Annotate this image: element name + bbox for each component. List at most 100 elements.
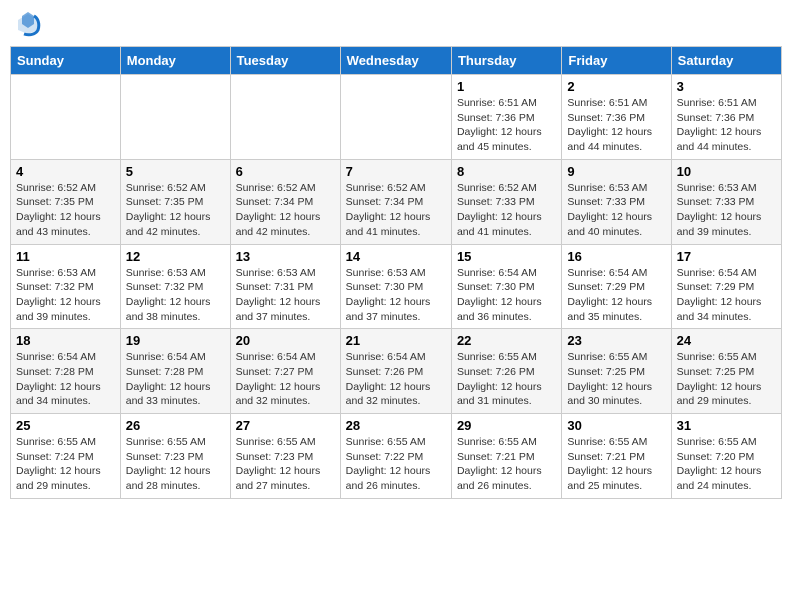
day-info: Sunrise: 6:55 AM Sunset: 7:23 PM Dayligh… [236,435,335,494]
header-day-thursday: Thursday [451,47,561,75]
header-day-saturday: Saturday [671,47,781,75]
day-info: Sunrise: 6:51 AM Sunset: 7:36 PM Dayligh… [677,96,776,155]
week-row-5: 25Sunrise: 6:55 AM Sunset: 7:24 PM Dayli… [11,414,782,499]
day-number: 23 [567,333,665,348]
day-number: 24 [677,333,776,348]
day-info: Sunrise: 6:51 AM Sunset: 7:36 PM Dayligh… [567,96,665,155]
day-info: Sunrise: 6:54 AM Sunset: 7:30 PM Dayligh… [457,266,556,325]
day-number: 11 [16,249,115,264]
week-row-2: 4 Sunrise: 6:52 AM Sunset: 7:35 PM Daylig… [11,159,782,244]
day-number: 5 [126,164,225,179]
day-info: Sunrise: 6:55 AM Sunset: 7:20 PM Dayligh… [677,435,776,494]
day-info: Sunrise: 6:54 AM Sunset: 7:28 PM Dayligh… [16,350,115,409]
calendar-cell [340,75,451,160]
calendar-cell: 12 Sunrise: 6:53 AM Sunset: 7:32 PM Dayli… [120,244,230,329]
calendar-cell: 27 Sunrise: 6:55 AM Sunset: 7:23 PM Dayli… [230,414,340,499]
calendar-cell: 20Sunrise: 6:54 AM Sunset: 7:27 PM Dayli… [230,329,340,414]
calendar-cell: 22 Sunrise: 6:55 AM Sunset: 7:26 PM Dayli… [451,329,561,414]
calendar-cell: 6 Sunrise: 6:52 AM Sunset: 7:34 PM Daylig… [230,159,340,244]
calendar-cell: 21 Sunrise: 6:54 AM Sunset: 7:26 PM Dayli… [340,329,451,414]
calendar-cell [120,75,230,160]
week-row-1: 1 Sunrise: 6:51 AM Sunset: 7:36 PM Daylig… [11,75,782,160]
calendar-cell [230,75,340,160]
day-info: Sunrise: 6:54 AM Sunset: 7:26 PM Dayligh… [346,350,446,409]
calendar-cell: 4Sunrise: 6:52 AM Sunset: 7:35 PM Daylig… [11,159,121,244]
day-info: Sunrise: 6:52 AM Sunset: 7:33 PM Dayligh… [457,181,556,240]
day-info: Sunrise: 6:52 AM Sunset: 7:34 PM Dayligh… [236,181,335,240]
calendar-cell: 7 Sunrise: 6:52 AM Sunset: 7:34 PM Daylig… [340,159,451,244]
calendar-cell: 24Sunrise: 6:55 AM Sunset: 7:25 PM Dayli… [671,329,781,414]
header-day-friday: Friday [562,47,671,75]
day-number: 31 [677,418,776,433]
day-info: Sunrise: 6:53 AM Sunset: 7:31 PM Dayligh… [236,266,335,325]
day-number: 14 [346,249,446,264]
calendar-table: SundayMondayTuesdayWednesdayThursdayFrid… [10,46,782,499]
week-row-3: 11 Sunrise: 6:53 AM Sunset: 7:32 PM Dayli… [11,244,782,329]
day-info: Sunrise: 6:52 AM Sunset: 7:35 PM Dayligh… [126,181,225,240]
day-info: Sunrise: 6:54 AM Sunset: 7:29 PM Dayligh… [677,266,776,325]
calendar-cell: 28 Sunrise: 6:55 AM Sunset: 7:22 PM Dayli… [340,414,451,499]
day-number: 8 [457,164,556,179]
header-day-tuesday: Tuesday [230,47,340,75]
day-number: 16 [567,249,665,264]
calendar-cell: 29 Sunrise: 6:55 AM Sunset: 7:21 PM Dayli… [451,414,561,499]
day-number: 4 [16,164,115,179]
day-info: Sunrise: 6:55 AM Sunset: 7:22 PM Dayligh… [346,435,446,494]
day-number: 17 [677,249,776,264]
calendar-body: 1 Sunrise: 6:51 AM Sunset: 7:36 PM Daylig… [11,75,782,499]
day-number: 20 [236,333,335,348]
day-number: 21 [346,333,446,348]
week-row-4: 18 Sunrise: 6:54 AM Sunset: 7:28 PM Dayli… [11,329,782,414]
day-number: 12 [126,249,225,264]
day-info: Sunrise: 6:55 AM Sunset: 7:21 PM Dayligh… [457,435,556,494]
calendar-cell: 1 Sunrise: 6:51 AM Sunset: 7:36 PM Daylig… [451,75,561,160]
calendar-cell: 25Sunrise: 6:55 AM Sunset: 7:24 PM Dayli… [11,414,121,499]
day-info: Sunrise: 6:54 AM Sunset: 7:29 PM Dayligh… [567,266,665,325]
calendar-cell: 16 Sunrise: 6:54 AM Sunset: 7:29 PM Dayli… [562,244,671,329]
calendar-cell: 10Sunrise: 6:53 AM Sunset: 7:33 PM Dayli… [671,159,781,244]
calendar-cell: 18 Sunrise: 6:54 AM Sunset: 7:28 PM Dayli… [11,329,121,414]
day-number: 2 [567,79,665,94]
calendar-cell: 14 Sunrise: 6:53 AM Sunset: 7:30 PM Dayli… [340,244,451,329]
day-number: 30 [567,418,665,433]
day-number: 26 [126,418,225,433]
calendar-cell: 5 Sunrise: 6:52 AM Sunset: 7:35 PM Daylig… [120,159,230,244]
calendar-cell: 3Sunrise: 6:51 AM Sunset: 7:36 PM Daylig… [671,75,781,160]
day-number: 15 [457,249,556,264]
day-number: 9 [567,164,665,179]
day-info: Sunrise: 6:53 AM Sunset: 7:32 PM Dayligh… [126,266,225,325]
day-number: 6 [236,164,335,179]
day-number: 28 [346,418,446,433]
day-number: 22 [457,333,556,348]
calendar-cell: 8 Sunrise: 6:52 AM Sunset: 7:33 PM Daylig… [451,159,561,244]
header-row: SundayMondayTuesdayWednesdayThursdayFrid… [11,47,782,75]
day-number: 19 [126,333,225,348]
header-day-monday: Monday [120,47,230,75]
day-number: 7 [346,164,446,179]
day-number: 1 [457,79,556,94]
calendar-cell: 30Sunrise: 6:55 AM Sunset: 7:21 PM Dayli… [562,414,671,499]
day-number: 18 [16,333,115,348]
day-info: Sunrise: 6:55 AM Sunset: 7:23 PM Dayligh… [126,435,225,494]
logo-icon [14,10,42,38]
day-info: Sunrise: 6:52 AM Sunset: 7:34 PM Dayligh… [346,181,446,240]
day-info: Sunrise: 6:53 AM Sunset: 7:33 PM Dayligh… [677,181,776,240]
calendar-cell: 15 Sunrise: 6:54 AM Sunset: 7:30 PM Dayli… [451,244,561,329]
day-info: Sunrise: 6:55 AM Sunset: 7:24 PM Dayligh… [16,435,115,494]
day-info: Sunrise: 6:55 AM Sunset: 7:25 PM Dayligh… [567,350,665,409]
calendar-cell: 31 Sunrise: 6:55 AM Sunset: 7:20 PM Dayli… [671,414,781,499]
day-info: Sunrise: 6:53 AM Sunset: 7:32 PM Dayligh… [16,266,115,325]
day-info: Sunrise: 6:53 AM Sunset: 7:30 PM Dayligh… [346,266,446,325]
day-info: Sunrise: 6:53 AM Sunset: 7:33 PM Dayligh… [567,181,665,240]
calendar-cell: 17 Sunrise: 6:54 AM Sunset: 7:29 PM Dayli… [671,244,781,329]
day-info: Sunrise: 6:51 AM Sunset: 7:36 PM Dayligh… [457,96,556,155]
calendar-cell: 13Sunrise: 6:53 AM Sunset: 7:31 PM Dayli… [230,244,340,329]
day-info: Sunrise: 6:54 AM Sunset: 7:28 PM Dayligh… [126,350,225,409]
calendar-cell [11,75,121,160]
day-number: 29 [457,418,556,433]
day-number: 27 [236,418,335,433]
calendar-cell: 2 Sunrise: 6:51 AM Sunset: 7:36 PM Daylig… [562,75,671,160]
calendar-header: SundayMondayTuesdayWednesdayThursdayFrid… [11,47,782,75]
calendar-cell: 26 Sunrise: 6:55 AM Sunset: 7:23 PM Dayli… [120,414,230,499]
day-info: Sunrise: 6:55 AM Sunset: 7:26 PM Dayligh… [457,350,556,409]
